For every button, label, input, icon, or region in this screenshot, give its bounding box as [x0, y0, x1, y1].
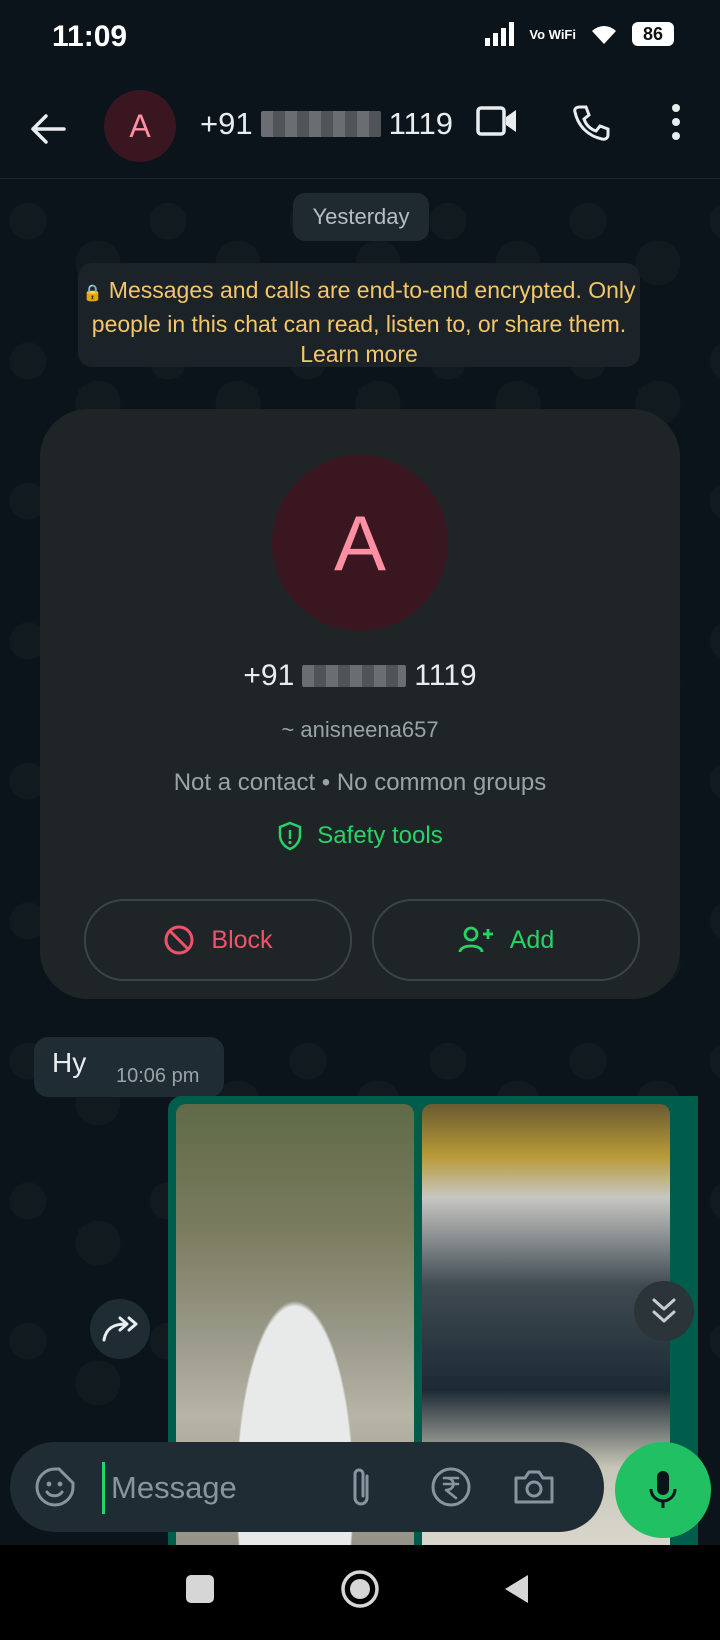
status-bar: 11:09 Vo WiFi 86 [0, 0, 720, 80]
lock-icon: 🔒 [82, 285, 103, 302]
redacted-number [260, 111, 381, 137]
contact-username: ~ anisneena657 [281, 717, 439, 742]
message-composer [10, 1442, 604, 1532]
battery-indicator: 86 [632, 22, 674, 46]
forward-button[interactable] [90, 1299, 150, 1359]
card-number-suffix: 1119 [414, 659, 477, 692]
signal-icon [485, 22, 515, 46]
block-label: Block [211, 925, 273, 954]
safety-tools-link[interactable]: Safety tools [40, 821, 680, 851]
message-time: 10:06 pm [116, 1065, 200, 1087]
add-contact-button[interactable]: Add [372, 899, 640, 981]
chat-header: A +91 1119 [0, 80, 720, 179]
more-options-icon[interactable] [668, 102, 684, 142]
system-navigation-bar [0, 1545, 720, 1640]
video-call-icon[interactable] [476, 104, 518, 138]
incoming-message[interactable]: Hy 10:06 pm [34, 1037, 224, 1097]
title-number-suffix: 1119 [388, 106, 453, 141]
back-arrow-icon[interactable] [30, 112, 66, 146]
block-icon [164, 925, 194, 955]
clock: 11:09 [52, 20, 128, 53]
redacted-number [302, 665, 407, 687]
message-input[interactable] [102, 1462, 343, 1514]
encryption-notice[interactable]: 🔒 Messages and calls are end-to-end encr… [78, 263, 640, 367]
card-country-code: +91 [243, 659, 295, 692]
recents-icon[interactable] [184, 1573, 216, 1605]
encryption-text: Messages and calls are end-to-end encryp… [91, 277, 636, 337]
learn-more-link[interactable]: Learn more [300, 341, 418, 367]
scroll-to-bottom-button[interactable] [634, 1281, 694, 1341]
attach-icon[interactable] [348, 1464, 374, 1510]
microphone-icon [649, 1471, 677, 1508]
voice-call-icon[interactable] [572, 104, 610, 142]
voice-message-button[interactable] [615, 1442, 711, 1538]
shield-icon [279, 821, 302, 851]
wifi-icon [592, 26, 616, 44]
forward-icon [102, 1316, 138, 1342]
contact-avatar[interactable]: A [104, 90, 176, 162]
contact-title[interactable]: +91 1119 [200, 106, 453, 142]
chat-area[interactable]: Yesterday 🔒 Messages and calls are end-t… [0, 179, 720, 1624]
message-text: Hy [52, 1047, 87, 1078]
home-icon[interactable] [340, 1569, 380, 1609]
camera-icon[interactable] [512, 1468, 556, 1506]
add-label: Add [509, 925, 555, 954]
contact-meta: Not a contact • No common groups [173, 769, 547, 796]
rupee-payment-icon[interactable] [430, 1466, 472, 1508]
date-chip: Yesterday [293, 193, 429, 241]
vowifi-indicator: Vo WiFi [529, 26, 576, 42]
block-button[interactable]: Block [84, 899, 352, 981]
contact-card-phone: +91 1119 [40, 659, 680, 693]
contact-card-avatar[interactable]: A [272, 455, 448, 631]
contact-info-card: A +91 1119 ~ anisneena657 Not a contact … [40, 409, 680, 999]
outgoing-media-message[interactable] [168, 1096, 698, 1624]
safety-tools-label: Safety tools [317, 822, 443, 849]
status-icons: Vo WiFi 86 [485, 22, 674, 46]
double-chevron-down-icon [652, 1298, 676, 1323]
sticker-icon[interactable] [34, 1466, 76, 1508]
title-country-code: +91 [200, 106, 253, 141]
back-icon[interactable] [502, 1573, 532, 1605]
add-person-icon [458, 926, 493, 953]
